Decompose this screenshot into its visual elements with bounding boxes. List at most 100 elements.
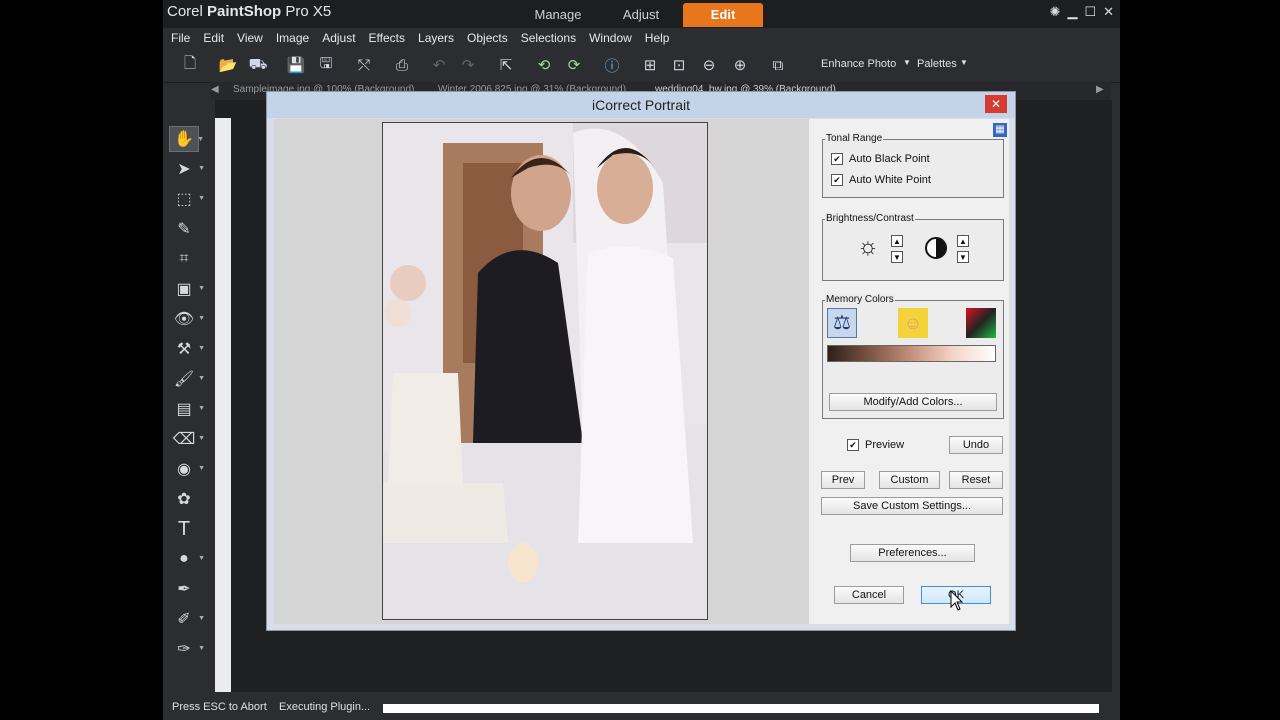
flood-fill-tool-icon[interactable]: ◉ ▼ [169,456,205,482]
undo-button[interactable]: Undo [949,436,1003,454]
maximize-icon[interactable]: ☐ [1084,4,1096,20]
menu-edit[interactable]: Edit [203,28,224,48]
brightness-down-button[interactable]: ▼ [891,251,903,263]
menu-bar: File Edit View Image Adjust Effects Laye… [163,28,1120,48]
close-icon[interactable]: ✕ [1103,4,1114,20]
title-bar: Corel PaintShop Pro X5 Manage Adjust Edi… [163,0,1120,28]
save-as-icon[interactable]: 🖫 [315,54,337,76]
color-wheel-icon[interactable] [966,308,996,338]
app-brand: Corel PaintShop Pro X5 [167,3,331,20]
brightness-sun-icon: ☼ [857,233,879,260]
auto-white-point-checkbox[interactable]: ✔ Auto White Point [831,174,931,186]
menu-window[interactable]: Window [589,28,632,48]
warp-brush-tool-icon[interactable]: ✐ ▼ [169,606,205,632]
brightness-up-button[interactable]: ▲ [891,235,903,247]
scan-icon[interactable]: ⛟ [247,54,269,76]
share-icon[interactable]: ⤲ [353,54,375,76]
rotate-right-icon[interactable]: ⟳ [563,54,585,76]
status-progress-bar [383,704,1099,713]
crop-resize-icon[interactable]: ⇱ [495,54,517,76]
tab-edit[interactable]: Edit [683,3,763,27]
minimize-icon[interactable]: ▁ [1067,4,1077,20]
modify-add-colors-button[interactable]: Modify/Add Colors... [829,393,997,411]
brand-paintshop: PaintShop [207,3,282,20]
brightness-contrast-group: Brightness/Contrast ☼ ▲ ▼ ▲ ▼ [822,213,1004,281]
open-folder-icon[interactable]: 📂 [217,54,239,76]
enhance-photo-menu[interactable]: Enhance Photo [821,58,896,70]
pick-tool-icon[interactable]: ➤ ▼ [169,156,205,182]
dropper-tool-icon[interactable]: ✎ [169,216,199,242]
palettes-chevron-down-icon[interactable]: ▼ [960,58,968,67]
auto-black-point-label: Auto Black Point [849,153,930,165]
settings-gear-icon[interactable]: ✺ [1050,4,1061,20]
new-file-icon[interactable]: 🗋 [179,54,201,76]
redo-icon[interactable]: ↷ [457,54,479,76]
lighten-darken-tool-icon[interactable]: ▤ ▼ [169,396,205,422]
preferences-button[interactable]: Preferences... [850,544,975,562]
rotate-left-icon[interactable]: ⟲ [533,54,555,76]
preview-photo [382,122,708,620]
clone-tool-icon[interactable]: ⚒ ▼ [169,336,205,362]
dialog-close-icon[interactable]: ✕ [985,95,1007,113]
crop-tool-icon[interactable]: ⌗ [169,246,199,272]
mouse-pointer-icon [950,590,964,611]
status-message: Executing Plugin... [279,701,371,713]
preview-checkbox[interactable]: ✔ Preview [847,439,904,451]
cancel-button[interactable]: Cancel [834,586,904,604]
palettes-menu[interactable]: Palettes [917,58,957,70]
shape-tool-icon[interactable]: ● ▼ [169,546,205,572]
picture-tube-tool-icon[interactable]: ✿ [169,486,199,512]
zoom-out-icon[interactable]: ⊖ [698,54,720,76]
undo-icon[interactable]: ↶ [428,54,450,76]
auto-black-point-checkbox[interactable]: ✔ Auto Black Point [831,153,930,165]
menu-effects[interactable]: Effects [369,28,405,48]
tab-manage[interactable]: Manage [520,3,596,27]
menu-layers[interactable]: Layers [418,28,454,48]
tab-adjust[interactable]: Adjust [603,3,679,27]
makeover-tool-icon[interactable]: ✑ ▼ [169,636,205,662]
info-icon[interactable]: ⓘ [601,54,623,76]
menu-image[interactable]: Image [276,28,309,48]
balance-scale-icon[interactable]: ⚖ [827,308,857,338]
zoom-in-icon[interactable]: ⊕ [729,54,751,76]
menu-selections[interactable]: Selections [521,28,576,48]
contrast-down-button[interactable]: ▼ [957,251,969,263]
menu-view[interactable]: View [237,28,263,48]
save-icon[interactable]: 💾 [285,54,307,76]
brand-version: Pro X5 [281,3,332,20]
brand-corel: Corel [167,3,208,20]
paint-brush-tool-icon[interactable]: 🖌 ▼ [169,366,205,392]
menu-objects[interactable]: Objects [467,28,508,48]
prev-button[interactable]: Prev [821,471,865,489]
help-icon[interactable]: ▦ [993,123,1007,137]
menu-file[interactable]: File [171,28,190,48]
red-eye-tool-icon[interactable]: 👁 ▼ [169,306,205,332]
fit-window-icon[interactable]: ⊡ [668,54,690,76]
eraser-tool-icon[interactable]: ⌫ ▼ [169,426,205,452]
face-skin-icon[interactable]: ☺ [898,308,928,338]
tools-palette: ✋ ▼ ➤ ▼ ⬚ ▼ ✎ ⌗ ▣ ▼ 👁 ▼ ⚒ ▼ 🖌 ▼ ▤ ▼ ⌫ ▼ ◉ ▼ ✿ T ● ▼… [163,100,213,690]
copy-icon[interactable]: ⧉ [767,54,789,76]
standard-toolbar: 🗋 📂 ⛟ 💾 🖫 ⤲ ⎙ ↶ ↷ ⇱ ⟲ ⟳ ⓘ ⊞ ⊡ ⊖ ⊕ ⧉ Enha… [163,48,1120,83]
menu-adjust[interactable]: Adjust [322,28,355,48]
preview-label: Preview [865,439,905,451]
preview-area [274,119,809,624]
pan-tool-icon[interactable]: ✋ ▼ [169,126,204,152]
reset-button[interactable]: Reset [949,471,1003,489]
doc-tab-scroll-right-icon[interactable]: ▶ [1096,84,1104,95]
contrast-up-button[interactable]: ▲ [957,235,969,247]
memory-color-gradient [827,345,996,362]
custom-button[interactable]: Custom [879,471,940,489]
menu-help[interactable]: Help [645,28,670,48]
pen-tool-icon[interactable]: ✒ [169,576,199,602]
enhance-photo-chevron-down-icon[interactable]: ▼ [903,58,911,67]
doc-tab-scroll-left-icon[interactable]: ◀ [211,84,219,95]
window-controls: ✺ ▁ ☐ ✕ [1050,4,1114,20]
wedding-photo-illustration [383,123,707,619]
selection-tool-icon[interactable]: ⬚ ▼ [169,186,205,212]
print-icon[interactable]: ⎙ [391,54,413,76]
save-custom-settings-button[interactable]: Save Custom Settings... [821,497,1003,515]
actual-size-icon[interactable]: ⊞ [639,54,661,76]
straighten-tool-icon[interactable]: ▣ ▼ [169,276,205,302]
text-tool-icon[interactable]: T [169,516,199,542]
